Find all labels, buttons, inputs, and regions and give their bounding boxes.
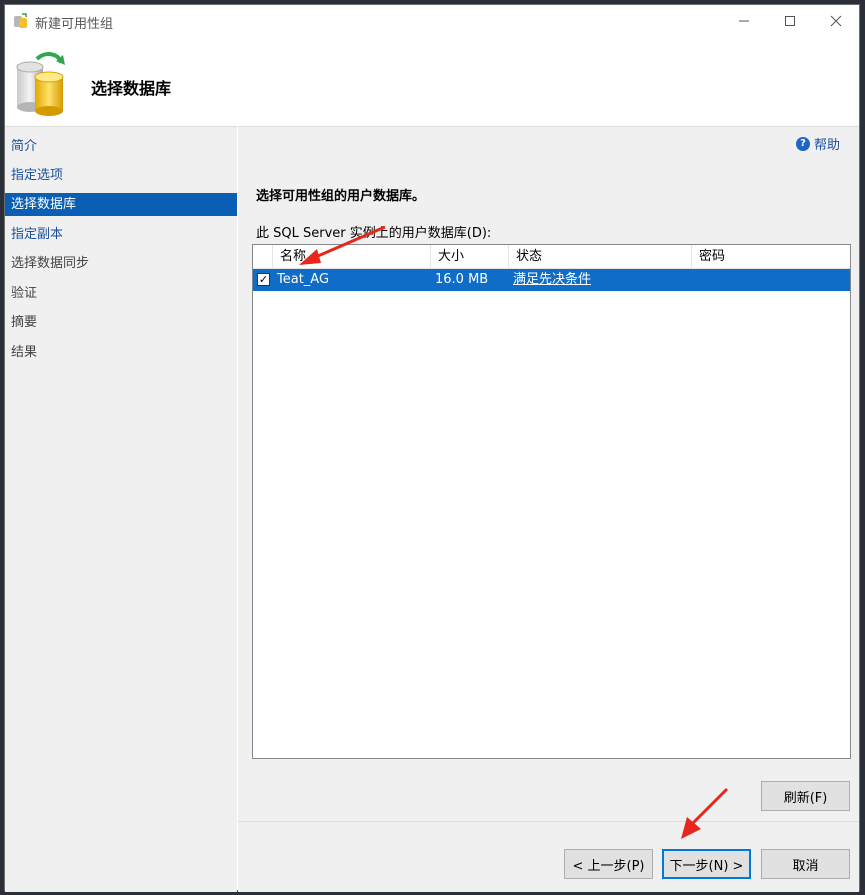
column-header-password[interactable]: 密码 bbox=[692, 245, 852, 269]
close-button[interactable] bbox=[813, 5, 859, 37]
wizard-header: 选择数据库 bbox=[5, 37, 859, 126]
grid-header: 名称 大小 状态 密码 bbox=[253, 245, 850, 269]
main-panel: ? 帮助 选择可用性组的用户数据库。 此 SQL Server 实例上的用户数据… bbox=[238, 126, 859, 821]
sidebar-item-select-databases[interactable]: 选择数据库 bbox=[5, 193, 237, 216]
table-row[interactable]: ✓ Teat_AG 16.0 MB 满足先决条件 bbox=[253, 269, 850, 291]
page-title: 选择数据库 bbox=[91, 79, 172, 98]
database-app-icon bbox=[14, 13, 27, 28]
column-header-size[interactable]: 大小 bbox=[431, 245, 509, 269]
wizard-sidebar: 简介 指定选项 选择数据库 指定副本 选择数据同步 验证 摘要 结果 bbox=[5, 126, 237, 892]
column-header-select[interactable] bbox=[253, 245, 273, 269]
column-header-status[interactable]: 状态 bbox=[509, 245, 692, 269]
cancel-button[interactable]: 取消 bbox=[761, 849, 850, 879]
sidebar-item-specify-replicas[interactable]: 指定副本 bbox=[5, 223, 237, 246]
title-bar: 新建可用性组 bbox=[5, 5, 859, 37]
database-name-cell: Teat_AG bbox=[277, 272, 330, 287]
database-size-cell: 16.0 MB bbox=[435, 272, 489, 287]
minimize-button[interactable] bbox=[721, 5, 767, 37]
maximize-button[interactable] bbox=[767, 5, 813, 37]
sidebar-item-intro[interactable]: 简介 bbox=[5, 135, 237, 158]
help-link[interactable]: ? 帮助 bbox=[796, 134, 840, 153]
new-availability-group-window: 新建可用性组 选择数据库 简介 指定选项 选择数据库 指定副本 选择数据同步 验… bbox=[4, 4, 860, 892]
row-checkbox[interactable]: ✓ bbox=[257, 273, 270, 286]
instruction-text: 选择可用性组的用户数据库。 bbox=[256, 189, 426, 204]
help-icon: ? bbox=[796, 136, 810, 151]
refresh-button[interactable]: 刷新(F) bbox=[761, 781, 850, 811]
status-link[interactable]: 满足先决条件 bbox=[513, 272, 591, 287]
database-password-cell[interactable] bbox=[692, 269, 852, 291]
wizard-footer: < 上一步(P) 下一步(N) > 取消 bbox=[238, 821, 859, 892]
window-title: 新建可用性组 bbox=[35, 17, 114, 32]
back-button[interactable]: < 上一步(P) bbox=[564, 849, 653, 879]
database-grid-label: 此 SQL Server 实例上的用户数据库(D): bbox=[256, 226, 492, 241]
close-icon bbox=[830, 15, 842, 27]
sidebar-item-validation: 验证 bbox=[11, 286, 38, 301]
database-status-cell: 满足先决条件 bbox=[509, 269, 692, 291]
sidebar-item-results: 结果 bbox=[11, 345, 38, 360]
column-header-name[interactable]: 名称 bbox=[273, 245, 431, 269]
help-label: 帮助 bbox=[814, 138, 841, 153]
database-cylinder-icon bbox=[16, 52, 65, 116]
next-button[interactable]: 下一步(N) > bbox=[662, 849, 751, 879]
sidebar-item-data-sync: 选择数据同步 bbox=[11, 256, 90, 271]
maximize-icon bbox=[785, 16, 795, 26]
sidebar-item-specify-options[interactable]: 指定选项 bbox=[5, 164, 237, 187]
sidebar-item-summary: 摘要 bbox=[11, 315, 38, 330]
minimize-icon bbox=[739, 20, 749, 22]
database-grid[interactable]: 名称 大小 状态 密码 ✓ Teat_AG 16.0 MB 满足先决条件 bbox=[252, 244, 851, 759]
